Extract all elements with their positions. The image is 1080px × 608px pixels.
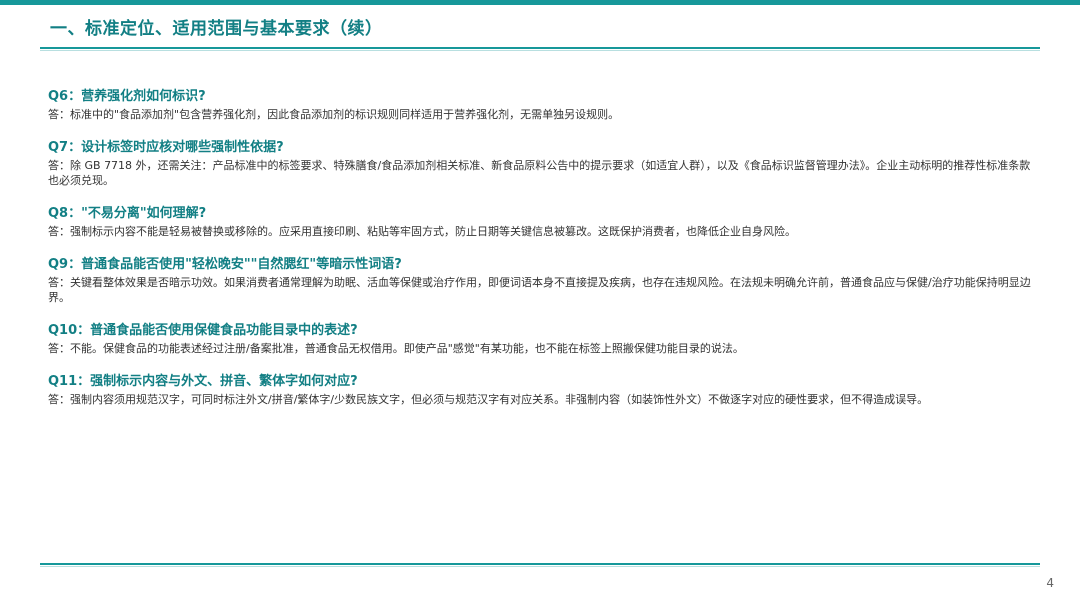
- question-q11: Q11：强制标示内容与外文、拼音、繁体字如何对应?: [48, 374, 358, 389]
- top-accent-bar: [0, 0, 1080, 5]
- page-title: 一、标准定位、适用范围与基本要求（续）: [50, 19, 383, 39]
- qa-item-q9: Q9：普通食品能否使用"轻松晚安""自然腮红"等暗示性词语? 答：关键看整体效果…: [48, 256, 1038, 305]
- question-q8: Q8："不易分离"如何理解?: [48, 206, 207, 221]
- qa-item-q8: Q8："不易分离"如何理解? 答：强制标示内容不能是轻易被替换或移除的。应采用直…: [48, 205, 1038, 239]
- answer-q7: 答：除 GB 7718 外，还需关注：产品标准中的标签要求、特殊膳食/食品添加剂…: [48, 159, 1031, 187]
- title-divider-thin: [40, 50, 1040, 51]
- question-q10: Q10：普通食品能否使用保健食品功能目录中的表述?: [48, 323, 358, 338]
- qa-item-q10: Q10：普通食品能否使用保健食品功能目录中的表述? 答：不能。保健食品的功能表述…: [48, 322, 1038, 356]
- qa-item-q11: Q11：强制标示内容与外文、拼音、繁体字如何对应? 答：强制内容须用规范汉字，可…: [48, 373, 1038, 407]
- page-number: 4: [1046, 576, 1054, 590]
- answer-q10: 答：不能。保健食品的功能表述经过注册/备案批准，普通食品无权借用。即使产品"感觉…: [48, 342, 744, 355]
- footer-divider-thin: [40, 566, 1040, 567]
- answer-q8: 答：强制标示内容不能是轻易被替换或移除的。应采用直接印刷、粘贴等牢固方式，防止日…: [48, 225, 796, 238]
- qa-item-q7: Q7：设计标签时应核对哪些强制性依据? 答：除 GB 7718 外，还需关注：产…: [48, 139, 1038, 188]
- title-divider: [40, 47, 1040, 49]
- question-q9: Q9：普通食品能否使用"轻松晚安""自然腮红"等暗示性词语?: [48, 257, 402, 272]
- qa-list: Q6：营养强化剂如何标识? 答：标准中的"食品添加剂"包含营养强化剂，因此食品添…: [48, 88, 1038, 424]
- answer-q6: 答：标准中的"食品添加剂"包含营养强化剂，因此食品添加剂的标识规则同样适用于营养…: [48, 108, 620, 121]
- qa-item-q6: Q6：营养强化剂如何标识? 答：标准中的"食品添加剂"包含营养强化剂，因此食品添…: [48, 88, 1038, 122]
- answer-q9: 答：关键看整体效果是否暗示功效。如果消费者通常理解为助眠、活血等保健或治疗作用，…: [48, 276, 1031, 304]
- question-q6: Q6：营养强化剂如何标识?: [48, 89, 206, 104]
- question-q7: Q7：设计标签时应核对哪些强制性依据?: [48, 140, 284, 155]
- footer-divider: [40, 563, 1040, 565]
- answer-q11: 答：强制内容须用规范汉字，可同时标注外文/拼音/繁体字/少数民族文字，但必须与规…: [48, 393, 929, 406]
